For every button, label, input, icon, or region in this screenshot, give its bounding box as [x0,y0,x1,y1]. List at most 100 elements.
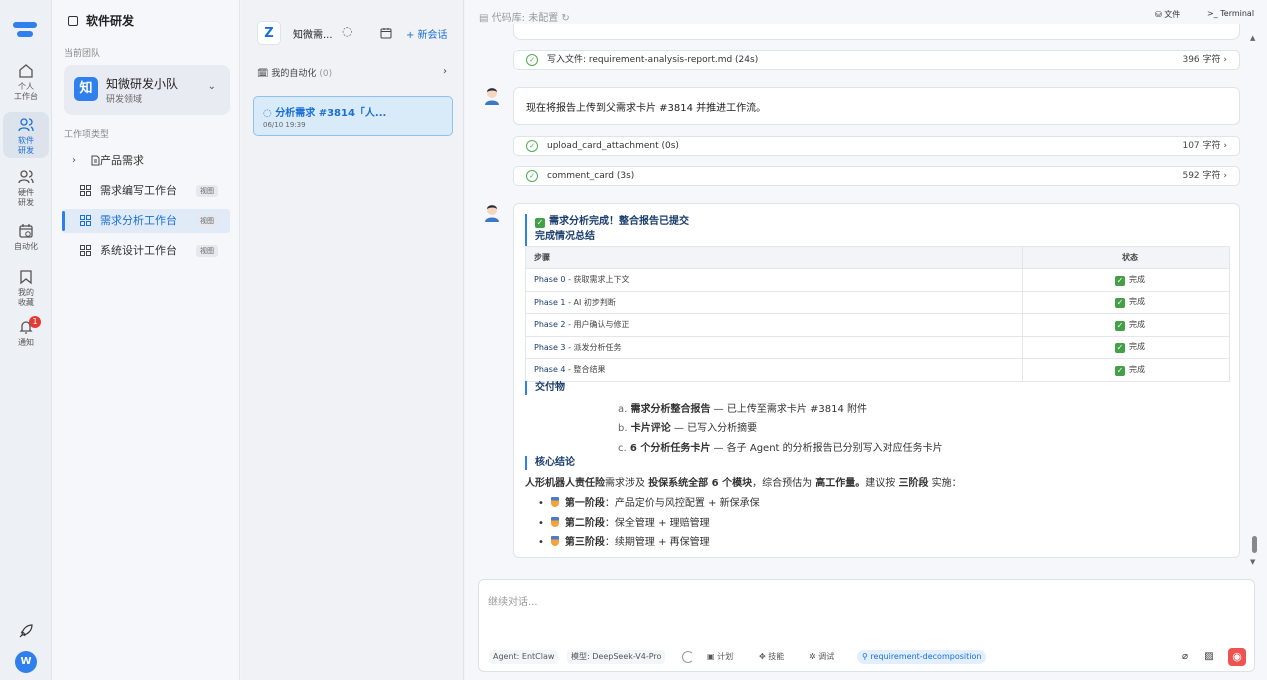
medal-icon [550,497,559,507]
column-header-status: 状态 [1022,246,1230,269]
chat-input-placeholder: 继续对话... [488,597,538,608]
check-box-icon: ✓ [1115,275,1125,286]
scrollbar-thumb[interactable] [1252,536,1257,553]
session-title: 分析需求 #3814「人... [275,108,387,119]
chat-input-box[interactable]: 继续对话... Agent: EntClaw 模型: DeepSeek-V4-P… [478,579,1255,672]
team-logo: 知 [74,77,98,101]
terminal-icon: >_ [1207,9,1221,18]
tool-call-row[interactable]: ✓ upload_card_attachment (0s) 107 字符 › [513,136,1240,156]
people-icon [18,118,34,132]
bookmark-icon [20,270,32,285]
tool-call-size: 396 字符 › [1182,55,1227,65]
tool-call-row[interactable]: ✓ 写入文件: requirement-analysis-report.md (… [513,50,1240,70]
grid-icon [80,185,91,196]
rail-item-notifications[interactable]: 1 通知 [3,316,49,352]
paperclip-icon[interactable]: ⌀ [1179,651,1191,663]
rail-label: 通知 [18,338,34,347]
tree-item-label: 系统设计工作台 [100,244,177,257]
files-button[interactable]: ⛁ 文件 [1155,9,1180,20]
bot-avatar-icon [485,205,499,222]
summary-heading: 完成情况总结 [535,231,595,242]
scroll-down-icon[interactable]: ▼ [1250,558,1255,566]
active-skill-tag[interactable]: ⚲ requirement-decomposition [857,650,987,664]
medal-icon [550,517,559,527]
plan-button[interactable]: ▣ 计划 [707,650,733,664]
calendar-icon[interactable] [380,27,392,39]
stop-button[interactable]: ◉ [1228,648,1246,666]
skill-icon: ✥ [759,652,769,661]
rail-label: 硬件 研发 [18,188,34,207]
rail-item-hardware[interactable]: 硬件 研发 [3,168,49,208]
tree-item-req-analysis[interactable]: 需求分析工作台 视图 [62,209,230,233]
skill-button[interactable]: ✥ 技能 [759,650,784,664]
chevron-right-icon: › [443,66,447,77]
sidebar-title-text: 软件研发 [86,14,135,28]
session-item[interactable]: ◌ 分析需求 #3814「人... 06/10 19:39 [253,96,453,136]
table-row: Phase 3 - 派发分析任务 ✓ 完成 [525,335,1230,359]
view-tag: 视图 [196,245,218,257]
table-row: Phase 0 - 获取需求上下文 ✓ 完成 [525,268,1230,292]
bug-icon: ✲ [809,652,819,661]
tool-call-size: 592 字符 › [1182,171,1227,181]
status-table: 步骤 状态 Phase 0 - 获取需求上下文 ✓ 完成 Phase 1 - AI … [525,246,1230,382]
table-header-row: 步骤 状态 [525,246,1230,269]
rocket-icon[interactable] [17,622,35,640]
tree-item-label: 需求编写工作台 [100,184,177,197]
tool-call-name: 写入文件: requirement-analysis-report.md (24… [547,55,759,65]
tree-item-req-writing[interactable]: 需求编写工作台 视图 [62,179,230,203]
deliverable-item: a. 需求分析整合报告 — 已上传至需求卡片 #3814 附件 [618,404,868,415]
spinner-icon: ◌ [263,108,276,119]
check-circle-icon: ✓ [526,170,538,182]
stop-icon: ◉ [1232,650,1242,663]
session-time: 06/10 19:39 [263,121,306,129]
assistant-message: 现在将报告上传到父需求卡片 #3814 并推进工作流。 [513,87,1240,125]
sidebar: 软件研发 当前团队 知 知微研发小队 研发领域 ⌄ 工作项类型 › 产品需求 需… [52,0,240,680]
tool-call-name: upload_card_attachment (0s) [547,141,679,151]
new-session-button[interactable]: + 新会话 [406,26,448,41]
types-label: 工作项类型 [64,130,110,140]
check-circle-icon: ✓ [526,140,538,152]
repo-text: 代码库: 未配置 [491,13,559,24]
model-selector[interactable]: 模型: DeepSeek-V4-Pro [567,650,666,664]
agent-selector[interactable]: Agent: EntClaw [489,650,559,664]
rail-label: 软件 研发 [18,136,34,155]
repo-status[interactable]: ▤ 代码库: 未配置 ↻ [479,9,570,24]
scroll-up-icon[interactable]: ▲ [1250,34,1255,42]
tool-call-row[interactable]: ✓ comment_card (3s) 592 字符 › [513,166,1240,186]
chevron-down-icon: ⌄ [207,81,216,92]
app-logo[interactable] [13,20,37,40]
user-avatar[interactable]: W [15,651,37,673]
automation-icon: 🗓 [257,69,269,79]
team-selector[interactable]: 知 知微研发小队 研发领域 ⌄ [64,65,230,115]
rail-label: 个人 工作台 [14,82,38,101]
home-icon [19,64,33,78]
report-header: ✓ 需求分析完成！整合报告已提交 完成情况总结 [525,214,1230,246]
tree-item-product-requirement[interactable]: › 产品需求 [62,149,230,173]
rail-item-favorites[interactable]: 我的 收藏 [3,268,49,308]
chevron-right-icon: › [72,155,76,166]
refresh-icon[interactable]: ↻ [561,13,569,24]
tree-item-label: 产品需求 [100,154,144,167]
my-automation-row[interactable]: 🗓 我的自动化 (0) › [257,66,447,79]
conclusion-paragraph: 人形机器人责任险需求涉及 投保系统全部 6 个模块，综合预估为 高工作量。建议按… [525,478,962,489]
deliverable-item: c. 6 个分析任务卡片 — 各子 Agent 的分析报告已分别写入对应任务卡片 [618,443,943,454]
rail-item-software[interactable]: 软件 研发 [3,112,49,158]
deliverables-heading: 交付物 [525,381,565,395]
agent-logo: Z [257,21,281,45]
rail-item-automation[interactable]: 自动化 [3,222,49,254]
debug-button[interactable]: ✲ 调试 [809,650,834,664]
terminal-button[interactable]: >_ Terminal [1207,9,1254,18]
tool-call-size: 107 字符 › [1182,141,1227,151]
rail-item-personal[interactable]: 个人 工作台 [3,62,49,102]
image-icon[interactable]: ▨ [1203,651,1215,663]
tree-item-system-design[interactable]: 系统设计工作台 视图 [62,239,230,263]
view-tag: 视图 [196,215,218,227]
sidebar-toggle-icon[interactable] [68,16,78,26]
conclusion-heading: 核心结论 [525,456,575,470]
stage-item: • 第二阶段：保全管理 + 理赔管理 [538,517,710,529]
table-row: Phase 2 - 用户确认与修正 ✓ 完成 [525,313,1230,337]
check-circle-icon: ✓ [526,54,538,66]
progress-ring-icon [682,651,694,663]
team-domain: 研发领域 [106,95,143,105]
column-header-step: 步骤 [525,246,1023,269]
